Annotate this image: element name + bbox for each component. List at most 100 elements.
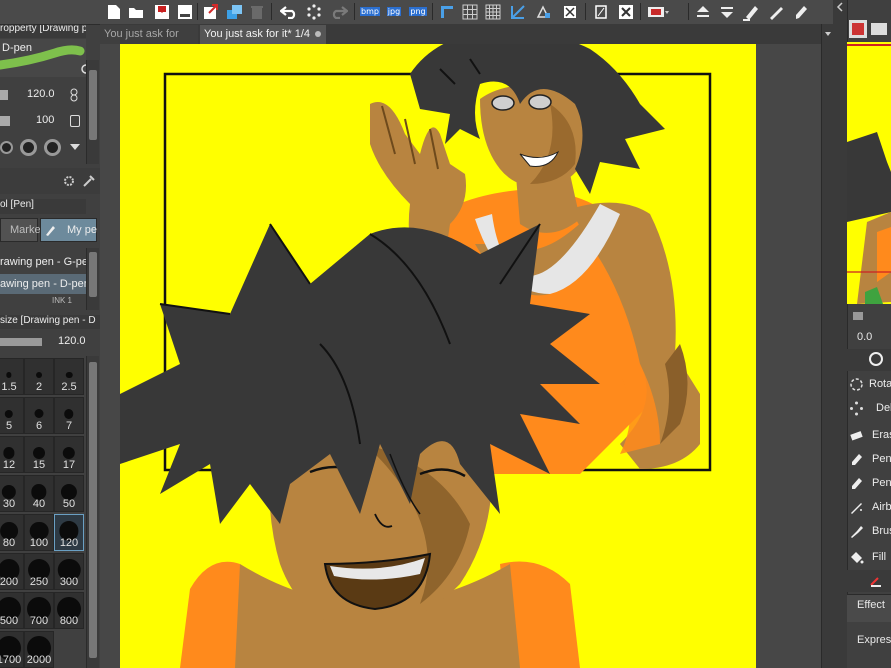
navigator-preview[interactable] xyxy=(847,42,891,304)
brush-size-cell[interactable]: 1.5 xyxy=(0,358,24,395)
snap-icon[interactable] xyxy=(560,2,579,21)
panel-collapse-strip[interactable] xyxy=(833,0,848,668)
print-icon[interactable] xyxy=(175,2,194,21)
brush-size-cell[interactable]: 250 xyxy=(24,553,54,590)
brush-size-cell[interactable]: 15 xyxy=(24,436,54,473)
tool-airbrush[interactable]: Airb xyxy=(847,496,891,519)
size-slider-row[interactable]: 120.0 xyxy=(0,333,100,351)
tool-rotate[interactable]: Rota xyxy=(847,373,891,396)
brush-size-cell[interactable]: 12 xyxy=(0,436,24,473)
export-icon[interactable] xyxy=(201,2,220,21)
loading-icon xyxy=(849,401,864,416)
transform-icon[interactable] xyxy=(508,2,527,21)
navigator-icon[interactable] xyxy=(849,20,867,38)
artwork-canvas[interactable] xyxy=(120,44,756,668)
nav-down-icon[interactable] xyxy=(717,2,736,21)
scroll-thumb[interactable] xyxy=(89,70,97,140)
rotate-slider[interactable] xyxy=(847,306,891,324)
brush-size-cell[interactable]: 2000 xyxy=(24,631,54,668)
property-scrollbar[interactable] xyxy=(86,60,99,164)
open-folder-icon[interactable] xyxy=(126,2,145,21)
brush-size-cell[interactable]: 300 xyxy=(54,553,84,590)
gear-icon[interactable] xyxy=(62,174,76,188)
brush-tip-icon[interactable] xyxy=(44,139,61,156)
brush-tip-icon[interactable] xyxy=(20,139,37,156)
close-icon[interactable] xyxy=(616,2,635,21)
list-item[interactable]: INK 1 xyxy=(52,296,86,308)
lock-icon[interactable] xyxy=(70,115,80,127)
rotation-value-row[interactable]: 0.0 xyxy=(847,329,891,347)
trash-icon[interactable] xyxy=(247,2,266,21)
tool-fill[interactable]: Fill xyxy=(847,546,891,569)
tab-document-1[interactable]: You just ask for xyxy=(100,25,198,44)
list-item[interactable]: rawing pen - G-pen xyxy=(0,252,86,272)
brush-size-cell[interactable]: 120 xyxy=(54,514,84,551)
grid-icon[interactable] xyxy=(460,2,479,21)
brush-size-cell[interactable]: 6 xyxy=(24,397,54,434)
layer-icon[interactable] xyxy=(869,20,891,38)
brush-size-cell[interactable]: 500 xyxy=(0,592,24,629)
effect-row[interactable]: Effect xyxy=(847,594,891,623)
brush-size-cell[interactable]: 800 xyxy=(54,592,84,629)
brush-size-row[interactable]: 120.0 xyxy=(0,84,86,106)
scroll-thumb[interactable] xyxy=(89,362,97,658)
brush-size-cell[interactable]: 80 xyxy=(0,514,24,551)
brush-tip-icon[interactable] xyxy=(0,141,13,154)
redo-icon[interactable] xyxy=(329,2,348,21)
toolbar-separator xyxy=(432,3,433,20)
dropdown-arrow-icon[interactable] xyxy=(70,144,80,150)
tool-pen[interactable]: Pen xyxy=(847,448,891,471)
tab-document-2-active[interactable]: You just ask for it* 1/4 xyxy=(200,25,326,44)
select-icon[interactable] xyxy=(533,2,552,21)
opacity-row[interactable]: 100 xyxy=(0,110,86,132)
brush-size-cell[interactable]: 7 xyxy=(54,397,84,434)
tool-pencil[interactable]: Pen xyxy=(847,472,891,495)
size-slider-value[interactable]: 120.0 xyxy=(58,335,86,347)
brush-size-cell[interactable]: 1700 xyxy=(0,631,24,668)
save-icon[interactable] xyxy=(152,2,171,21)
export-jpg-button[interactable]: jpg xyxy=(383,2,405,21)
record-icon[interactable] xyxy=(646,2,670,21)
eraser-icon[interactable] xyxy=(741,2,760,21)
list-item-selected[interactable]: awing pen - D-pen xyxy=(0,274,86,294)
brush-size-cell[interactable]: 5 xyxy=(0,397,24,434)
grid-icon[interactable] xyxy=(483,2,502,21)
canvas-viewport[interactable] xyxy=(100,44,821,668)
expression-row[interactable]: Express xyxy=(847,622,891,668)
ruler-icon[interactable] xyxy=(437,2,456,21)
export-png-button[interactable]: png xyxy=(407,2,429,21)
opacity-value[interactable]: 100 xyxy=(36,114,54,126)
brush-size-cell[interactable]: 30 xyxy=(0,475,24,512)
brush-icon[interactable] xyxy=(766,2,785,21)
brush-size-cell[interactable]: 40 xyxy=(24,475,54,512)
mask-icon[interactable] xyxy=(591,2,610,21)
brush-size-cell[interactable]: 200 xyxy=(0,553,24,590)
new-file-icon[interactable] xyxy=(104,2,123,21)
tool-brush[interactable]: Brus xyxy=(847,520,891,543)
tool-eraser[interactable]: Eras xyxy=(847,424,891,447)
group-tab-my-pen[interactable]: My pe xyxy=(40,218,97,242)
search-icon[interactable] xyxy=(869,352,883,366)
pen-icon[interactable] xyxy=(869,573,883,587)
brush-size-scrollbar[interactable] xyxy=(86,356,99,668)
brush-size-cell[interactable]: 100 xyxy=(24,514,54,551)
nav-up-icon[interactable] xyxy=(693,2,712,21)
tool-delete[interactable]: Del xyxy=(847,397,891,420)
brush-size-cell[interactable]: 17 xyxy=(54,436,84,473)
wrench-icon[interactable] xyxy=(82,174,96,188)
export-bmp-button[interactable]: bmp xyxy=(359,2,381,21)
brush-size-value[interactable]: 120.0 xyxy=(27,88,55,100)
link-icon[interactable] xyxy=(67,87,81,103)
undo-icon[interactable] xyxy=(279,2,298,21)
pen-icon[interactable] xyxy=(790,2,809,21)
unsaved-dot-icon[interactable] xyxy=(315,31,321,37)
brush-size-cell[interactable]: 700 xyxy=(24,592,54,629)
brush-list-scrollbar[interactable] xyxy=(86,248,99,310)
rotation-value[interactable]: 0.0 xyxy=(857,331,872,343)
group-tab-marker[interactable]: Marke xyxy=(0,218,41,242)
scroll-thumb[interactable] xyxy=(89,252,97,297)
brush-size-cell[interactable]: 2.5 xyxy=(54,358,84,395)
layers-icon[interactable] xyxy=(224,2,243,21)
brush-size-cell[interactable]: 2 xyxy=(24,358,54,395)
brush-size-cell[interactable]: 50 xyxy=(54,475,84,512)
